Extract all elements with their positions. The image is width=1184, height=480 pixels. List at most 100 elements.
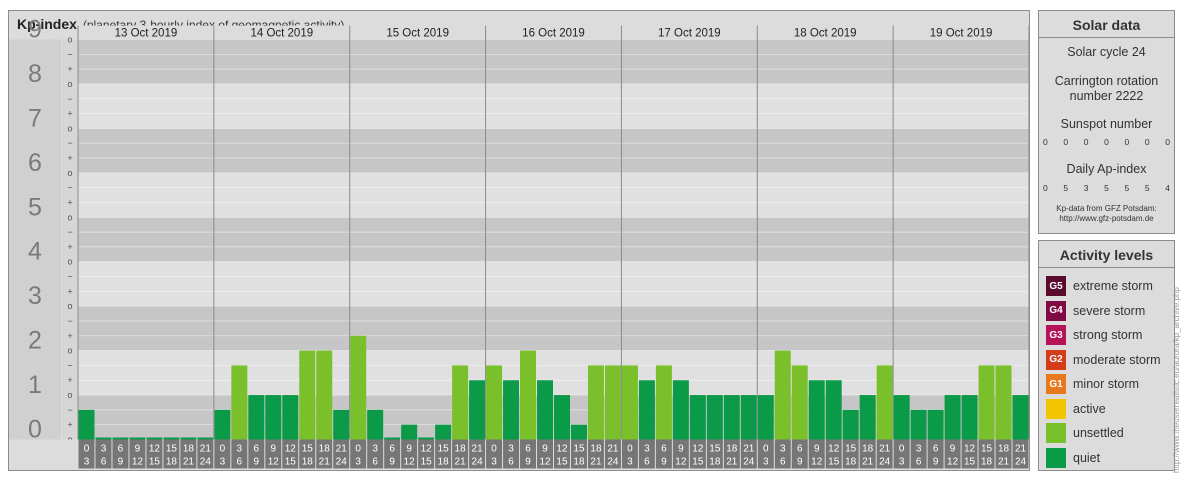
slot-end-label: 21 (319, 457, 331, 468)
slot-start-label: 9 (406, 444, 412, 455)
slot-end-label: 24 (200, 457, 212, 468)
slot-end-label: 15 (556, 457, 568, 468)
kp-bar (214, 409, 231, 440)
y-submark: + (67, 197, 72, 207)
ap-index-value-2: 3 (1083, 183, 1089, 193)
activity-level-minor-storm: G1 minor storm (1046, 373, 1139, 395)
kp-bar (757, 395, 774, 440)
slot-start-label: 21 (200, 444, 212, 455)
slot-start-label: 12 (964, 444, 976, 455)
y-submark: − (67, 183, 72, 193)
slot-end-label: 15 (964, 457, 976, 468)
kp-bar (78, 409, 95, 440)
day-label: 16 Oct 2019 (522, 28, 585, 40)
slot-end-label: 12 (268, 457, 280, 468)
slot-start-label: 18 (590, 444, 602, 455)
y-submark: − (67, 272, 72, 282)
kp-bar (910, 409, 927, 440)
kp-band-7 (78, 83, 1029, 129)
slot-start-label: 0 (220, 444, 226, 455)
slot-start-label: 9 (678, 444, 684, 455)
source-line2[interactable]: http://www.gfz-potsdam.de (1039, 214, 1174, 224)
activity-level-swatch: G4 (1046, 300, 1066, 321)
y-submark: o (67, 168, 72, 178)
kp-band-6 (78, 128, 1029, 173)
day-label: 19 Oct 2019 (930, 28, 993, 40)
slot-end-label: 15 (149, 457, 161, 468)
kp-bar (604, 365, 621, 440)
kp-bar (282, 395, 299, 440)
slot-end-label: 18 (573, 457, 585, 468)
slot-end-label: 6 (372, 457, 378, 468)
solar-cycle: Solar cycle 24 (1067, 45, 1146, 59)
slot-end-label: 9 (118, 457, 124, 468)
day-label: 14 Oct 2019 (250, 28, 313, 40)
y-submark: − (67, 94, 72, 104)
kp-bar (587, 365, 604, 440)
activity-level-severe-storm: G4 severe storm (1046, 300, 1145, 322)
activity-level-moderate-storm: G2 moderate storm (1046, 349, 1161, 371)
slot-end-label: 6 (508, 457, 514, 468)
slot-end-label: 24 (472, 457, 484, 468)
kp-bar (554, 395, 570, 440)
slot-start-label: 9 (271, 444, 277, 455)
slot-start-label: 21 (336, 444, 348, 455)
kp-bar (808, 380, 825, 440)
y-submark: + (67, 420, 72, 430)
slot-end-label: 15 (285, 457, 297, 468)
y-submark: + (67, 242, 72, 252)
kp-bar (299, 350, 316, 440)
solar-data-title: Solar data (1072, 17, 1141, 33)
kp-bar (197, 437, 214, 440)
slot-start-label: 21 (743, 444, 755, 455)
slot-start-label: 0 (899, 444, 905, 455)
day-label: 13 Oct 2019 (115, 28, 178, 40)
ap-index-value-3: 5 (1104, 183, 1109, 193)
kp-bar (621, 365, 638, 440)
kp-bar (944, 395, 961, 440)
activity-levels-panel: Activity levels G5 extreme storm G4 severe … (1038, 240, 1175, 471)
slot-start-label: 0 (491, 444, 497, 455)
slot-end-label: 3 (220, 457, 226, 468)
activity-level-label: minor storm (1073, 377, 1139, 391)
slot-end-label: 21 (998, 457, 1010, 468)
ap-index-value-6: 4 (1165, 183, 1170, 193)
slot-start-label: 18 (726, 444, 738, 455)
slot-end-label: 12 (675, 457, 687, 468)
kp-band-2 (78, 306, 1029, 351)
slot-start-label: 18 (319, 444, 331, 455)
activity-level-label: severe storm (1073, 303, 1146, 318)
kp-bar (384, 437, 401, 440)
slot-start-label: 12 (149, 444, 161, 455)
kp-chart: 0123456789o+−o+−o+−o+−o+−o+−o+−o+−o+−o13… (9, 16, 1029, 469)
slot-end-label: 21 (862, 457, 874, 468)
slot-start-label: 0 (355, 444, 361, 455)
kp-bar (265, 395, 282, 440)
slot-end-label: 18 (845, 457, 857, 468)
y-tick-label-8: 8 (28, 60, 42, 88)
sunspot-value-4: 0 (1124, 137, 1130, 147)
slot-end-label: 9 (389, 457, 395, 468)
ap-index-value-5: 5 (1144, 183, 1150, 193)
activity-level-swatch: G5 (1046, 276, 1066, 296)
slot-end-label: 6 (644, 457, 650, 468)
slot-start-label: 0 (84, 444, 90, 455)
activity-level-label: active (1073, 401, 1106, 416)
kp-bar (1012, 395, 1029, 440)
slot-start-label: 6 (118, 444, 124, 455)
slot-start-label: 15 (573, 444, 585, 455)
slot-start-label: 6 (525, 444, 531, 455)
kp-bar (95, 437, 112, 440)
slot-start-label: 9 (814, 444, 820, 455)
sunspot-value-6: 0 (1165, 137, 1170, 147)
activity-level-swatch: G3 (1046, 325, 1066, 345)
slot-start-label: 12 (828, 444, 840, 455)
y-submark: o (67, 257, 72, 267)
slot-start-label: 9 (542, 444, 548, 455)
slot-end-label: 21 (726, 457, 738, 468)
slot-end-label: 12 (947, 457, 959, 468)
kp-bar (961, 395, 978, 440)
slot-end-label: 24 (607, 457, 619, 468)
slot-start-label: 3 (101, 444, 107, 455)
kp-band-4 (78, 217, 1029, 262)
